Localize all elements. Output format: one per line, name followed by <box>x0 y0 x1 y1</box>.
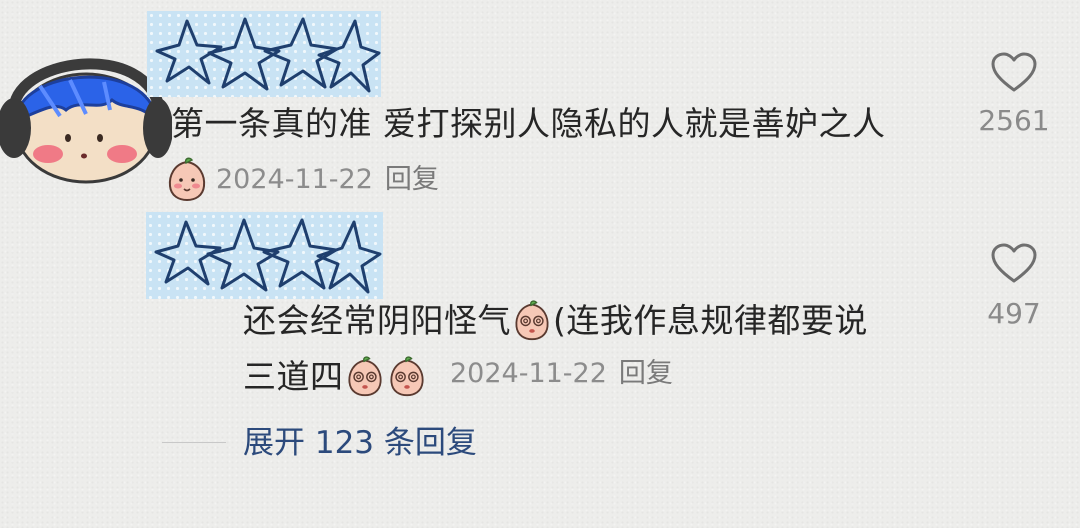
expand-replies-button[interactable]: 展开 123 条回复 <box>243 424 477 462</box>
reply-comment-text: 还会经常阴阳怪气 (连我作息规律都要说 <box>243 299 868 341</box>
reply-text-part: 三道四 <box>243 357 344 396</box>
reply-text-part: 还会经常阴阳怪气 <box>243 301 511 340</box>
peach-face-icon <box>168 157 206 202</box>
peach-dizzy-face-icon <box>389 356 424 397</box>
comment-text: 第一条真的准 爱打探别人隐私的人就是善妒之人 <box>171 104 886 143</box>
reply-comment-text-continued: 三道四 <box>243 355 428 397</box>
peach-dizzy-face-icon <box>515 300 549 341</box>
comment-date: 2024-11-22 <box>216 164 373 195</box>
reply-meta: 2024-11-22 回复 <box>450 357 673 391</box>
comment-meta: 2024-11-22 回复 <box>216 163 439 197</box>
heart-outline-icon <box>991 243 1037 283</box>
heart-outline-icon <box>991 52 1037 92</box>
like-count: 2561 <box>978 104 1050 137</box>
censored-username-mask <box>147 11 381 97</box>
reply-text-part: (连我作息规律都要说 <box>553 301 868 340</box>
like-button[interactable]: 2561 <box>974 52 1054 137</box>
star-scribble-icon <box>154 218 382 294</box>
censored-username-mask <box>146 212 383 299</box>
like-count: 497 <box>987 297 1041 330</box>
reply-button[interactable]: 回复 <box>385 164 439 195</box>
reply-date: 2024-11-22 <box>450 358 607 389</box>
expand-divider <box>162 442 226 443</box>
reply-button[interactable]: 回复 <box>619 358 673 389</box>
star-scribble-icon <box>155 17 381 93</box>
peach-dizzy-face-icon <box>347 356 382 397</box>
like-button[interactable]: 497 <box>974 243 1054 330</box>
